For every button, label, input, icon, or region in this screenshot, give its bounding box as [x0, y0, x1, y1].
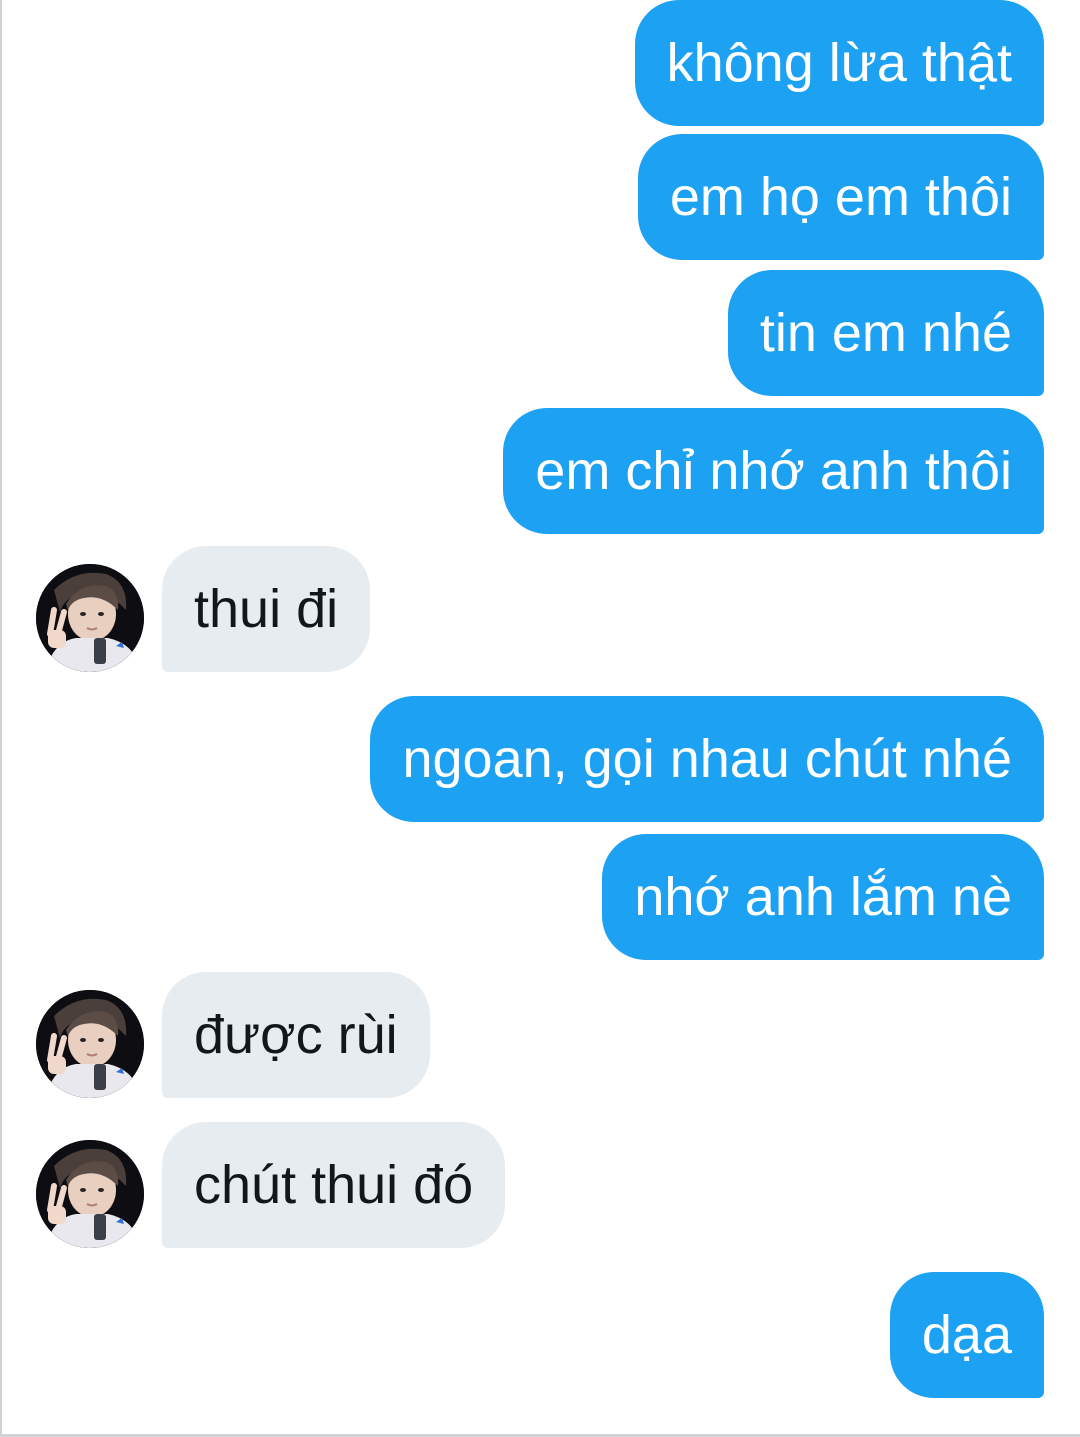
sent-message-bubble[interactable]: em họ em thôi — [637, 134, 1044, 260]
received-message-bubble[interactable]: thui đi — [162, 546, 371, 672]
avatar-photo-icon — [36, 990, 144, 1098]
message-text: em chỉ nhớ anh thôi — [535, 441, 1012, 501]
user-avatar[interactable] — [36, 564, 144, 672]
user-avatar[interactable] — [36, 1140, 144, 1248]
avatar-photo-icon — [36, 1140, 144, 1248]
avatar-photo-icon — [36, 564, 144, 672]
message-text: em họ em thôi — [669, 167, 1012, 227]
message-text: thui đi — [194, 579, 339, 639]
sent-message-bubble[interactable]: dạa — [889, 1272, 1044, 1398]
message-text: dạa — [921, 1305, 1012, 1365]
user-avatar[interactable] — [36, 990, 144, 1098]
received-message-bubble[interactable]: được rùi — [162, 972, 430, 1098]
message-text: nhớ anh lắm nè — [634, 867, 1012, 927]
message-text: được rùi — [194, 1005, 398, 1065]
sent-message-bubble[interactable]: nhớ anh lắm nè — [602, 834, 1044, 960]
left-divider — [0, 0, 2, 1437]
sent-message-bubble[interactable]: không lừa thật — [634, 0, 1044, 126]
message-text: ngoan, gọi nhau chút nhé — [402, 729, 1012, 789]
sent-message-bubble[interactable]: tin em nhé — [727, 270, 1044, 396]
message-text: tin em nhé — [759, 303, 1012, 363]
message-text: không lừa thật — [666, 33, 1012, 93]
sent-message-bubble[interactable]: ngoan, gọi nhau chút nhé — [370, 696, 1044, 822]
received-message-bubble[interactable]: chút thui đó — [162, 1122, 506, 1248]
sent-message-bubble[interactable]: em chỉ nhớ anh thôi — [503, 408, 1044, 534]
message-text: chút thui đó — [194, 1155, 474, 1215]
